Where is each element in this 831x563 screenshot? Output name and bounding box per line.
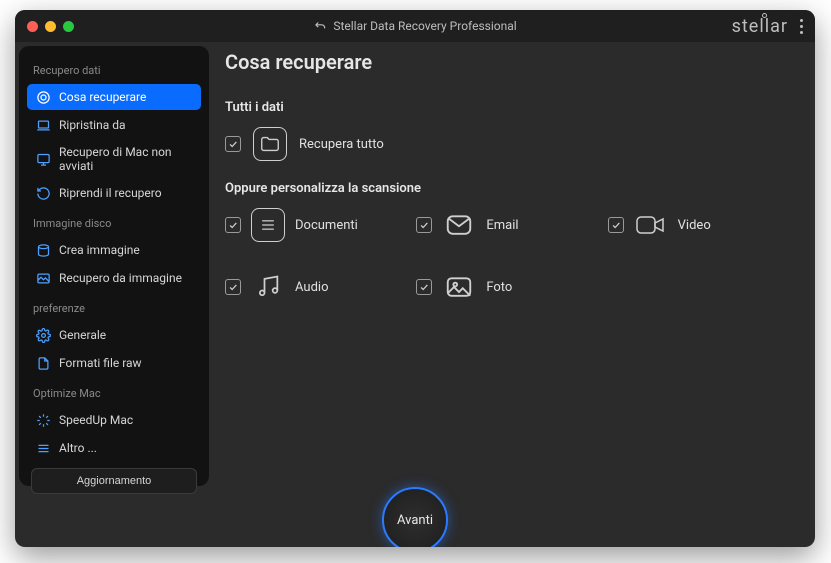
sidebar-item-speedup[interactable]: SpeedUp Mac bbox=[27, 407, 201, 433]
option-video: Video bbox=[608, 208, 799, 242]
checkbox-audio[interactable] bbox=[225, 279, 241, 295]
sidebar-item-label: Riprendi il recupero bbox=[59, 186, 162, 200]
app-title: Stellar Data Recovery Professional bbox=[333, 19, 516, 33]
sidebar-item-label: Formati file raw bbox=[59, 356, 142, 370]
video-icon bbox=[634, 208, 668, 242]
sidebar-item-raw-formats[interactable]: Formati file raw bbox=[27, 350, 201, 376]
photo-icon bbox=[442, 270, 476, 304]
window-controls bbox=[27, 21, 74, 32]
folder-icon bbox=[253, 127, 287, 161]
update-button[interactable]: Aggiornamento bbox=[31, 468, 197, 494]
refresh-icon bbox=[35, 185, 51, 201]
document-icon bbox=[251, 208, 285, 242]
page-title: Cosa recuperare bbox=[225, 50, 799, 74]
sidebar-item-label: Cosa recuperare bbox=[59, 90, 146, 104]
screen-icon bbox=[35, 151, 51, 167]
sidebar-item-create-image[interactable]: Crea immagine bbox=[27, 237, 201, 263]
sidebar-item-nonboot-mac[interactable]: Recupero di Mac non avviati bbox=[27, 140, 201, 178]
target-icon bbox=[35, 89, 51, 105]
next-button-label: Avanti bbox=[397, 513, 433, 528]
sidebar-item-label: Crea immagine bbox=[59, 243, 140, 257]
close-window-button[interactable] bbox=[27, 21, 38, 32]
sidebar-item-recover-from-image[interactable]: Recupero da immagine bbox=[27, 265, 201, 291]
option-label: Foto bbox=[486, 280, 512, 295]
checkbox-video[interactable] bbox=[608, 217, 624, 233]
sidebar-item-label: Altro ... bbox=[59, 441, 97, 455]
option-label: Email bbox=[486, 218, 518, 233]
sidebar-item-label: Recupero di Mac non avviati bbox=[59, 145, 193, 173]
more-menu-button[interactable] bbox=[800, 19, 803, 34]
app-window: Stellar Data Recovery Professional stell… bbox=[15, 10, 815, 547]
sidebar-header-recovery: Recupero dati bbox=[25, 60, 203, 81]
checkbox-recover-all[interactable] bbox=[225, 136, 241, 152]
option-label: Video bbox=[678, 218, 711, 233]
sidebar-item-label: Recupero da immagine bbox=[59, 271, 182, 285]
brand-logo: stellar bbox=[732, 16, 788, 37]
option-photo: Foto bbox=[416, 270, 607, 304]
maximize-window-button[interactable] bbox=[63, 21, 74, 32]
sidebar-item-what-recover[interactable]: Cosa recuperare bbox=[27, 84, 201, 110]
sidebar-item-label: Ripristina da bbox=[59, 118, 126, 132]
gear-icon bbox=[35, 327, 51, 343]
checkbox-photo[interactable] bbox=[416, 279, 432, 295]
file-icon bbox=[35, 355, 51, 371]
sidebar-header-preferences: preferenze bbox=[25, 298, 203, 319]
checkbox-documents[interactable] bbox=[225, 217, 241, 233]
disk-icon bbox=[35, 242, 51, 258]
email-icon bbox=[442, 208, 476, 242]
sidebar-item-restore-from[interactable]: Ripristina da bbox=[27, 112, 201, 138]
minimize-window-button[interactable] bbox=[45, 21, 56, 32]
laptop-icon bbox=[35, 117, 51, 133]
option-audio: Audio bbox=[225, 270, 416, 304]
sidebar-item-more[interactable]: Altro ... bbox=[27, 435, 201, 461]
sidebar-item-label: Generale bbox=[59, 328, 106, 342]
checkbox-email[interactable] bbox=[416, 217, 432, 233]
sidebar-item-label: SpeedUp Mac bbox=[59, 413, 133, 427]
option-label: Audio bbox=[295, 280, 328, 295]
sidebar-item-general[interactable]: Generale bbox=[27, 322, 201, 348]
option-label-recover-all: Recupera tutto bbox=[299, 137, 384, 152]
speed-icon bbox=[35, 412, 51, 428]
sidebar-item-resume[interactable]: Riprendi il recupero bbox=[27, 180, 201, 206]
sidebar-header-diskimage: Immagine disco bbox=[25, 213, 203, 234]
section-custom-scan: Oppure personalizza la scansione bbox=[225, 181, 799, 196]
sidebar: Recupero dati Cosa recuperare Ripristina… bbox=[19, 46, 209, 486]
image-recover-icon bbox=[35, 270, 51, 286]
back-icon bbox=[313, 19, 327, 33]
section-all-data: Tutti i dati bbox=[225, 100, 799, 115]
option-email: Email bbox=[416, 208, 607, 242]
menu-icon bbox=[35, 440, 51, 456]
titlebar: Stellar Data Recovery Professional stell… bbox=[15, 10, 815, 42]
option-label: Documenti bbox=[295, 218, 358, 233]
next-button[interactable]: Avanti bbox=[382, 487, 448, 547]
main-panel: Cosa recuperare Tutti i dati Recupera tu… bbox=[225, 50, 799, 487]
sidebar-header-optimize: Optimize Mac bbox=[25, 383, 203, 404]
option-documents: Documenti bbox=[225, 208, 416, 242]
audio-icon bbox=[251, 270, 285, 304]
